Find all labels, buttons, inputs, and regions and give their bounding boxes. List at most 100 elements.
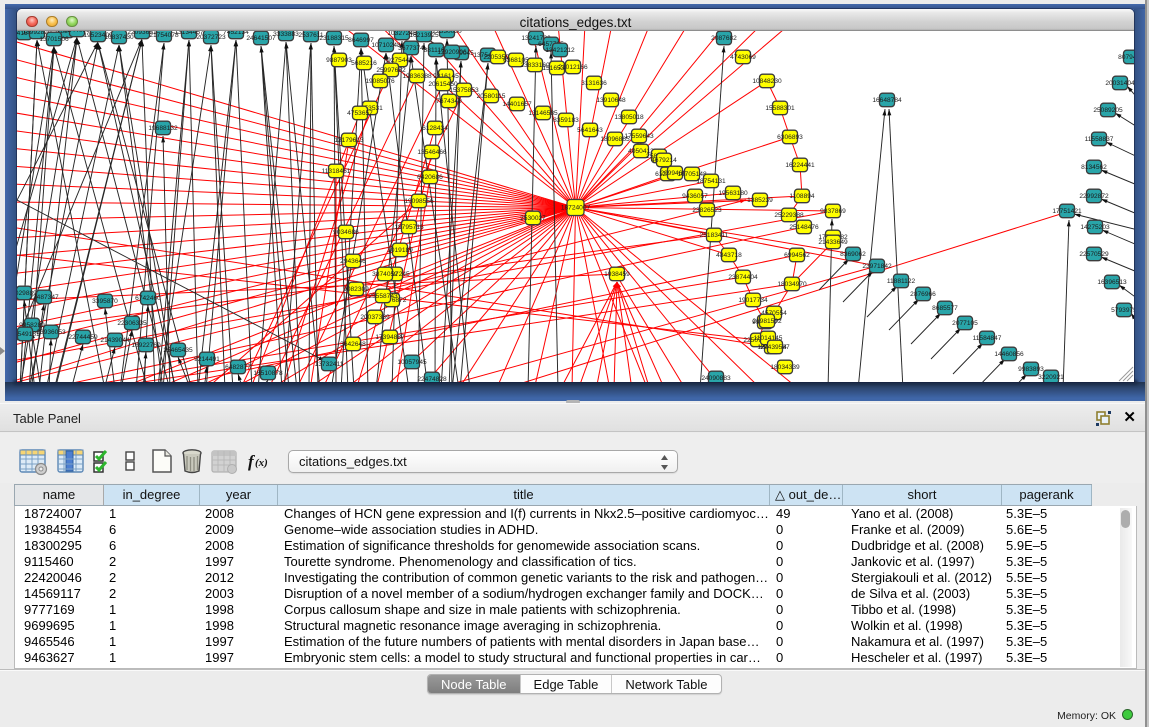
svg-text:11584847: 11584847 xyxy=(973,335,1002,342)
svg-text:22744459: 22744459 xyxy=(68,334,98,341)
svg-text:21433649: 21433649 xyxy=(818,239,848,246)
svg-text:17394887: 17394887 xyxy=(375,334,405,341)
svg-text:6994562: 6994562 xyxy=(784,252,810,259)
svg-text:4679214: 4679214 xyxy=(651,157,677,164)
svg-text:9837869: 9837869 xyxy=(820,208,846,215)
svg-text:3395870: 3395870 xyxy=(92,298,118,305)
svg-text:22306335: 22306335 xyxy=(117,320,147,327)
svg-text:9887903: 9887903 xyxy=(326,57,352,64)
svg-text:18034970: 18034970 xyxy=(777,281,807,288)
svg-text:6306893: 6306893 xyxy=(777,134,803,141)
svg-text:23188315: 23188315 xyxy=(319,35,349,42)
svg-text:24641507: 24641507 xyxy=(246,35,276,42)
svg-text:19098556: 19098556 xyxy=(404,198,434,205)
svg-text:8646997: 8646997 xyxy=(348,37,374,44)
svg-text:6420686: 6420686 xyxy=(417,174,443,181)
svg-text:11318461: 11318461 xyxy=(322,168,351,175)
svg-text:13910648: 13910648 xyxy=(596,97,626,104)
svg-text:19017734: 19017734 xyxy=(738,297,768,304)
svg-text:3220921: 3220921 xyxy=(1038,374,1064,381)
svg-text:19688132: 19688132 xyxy=(148,125,178,132)
svg-text:14275203: 14275203 xyxy=(1080,224,1110,231)
svg-text:4743069: 4743069 xyxy=(730,54,756,61)
svg-text:11881122: 11881122 xyxy=(887,278,916,285)
svg-text:15588301: 15588301 xyxy=(765,105,795,112)
svg-text:3677374: 3677374 xyxy=(398,45,424,52)
svg-text:6128434: 6128434 xyxy=(422,125,448,132)
svg-text:9082309: 9082309 xyxy=(343,286,369,293)
svg-text:16510878: 16510878 xyxy=(253,370,283,377)
svg-text:21012166: 21012166 xyxy=(558,64,588,71)
svg-text:13546466: 13546466 xyxy=(417,149,447,156)
svg-text:21981592: 21981592 xyxy=(752,318,782,325)
svg-text:9983893: 9983893 xyxy=(1018,366,1044,373)
svg-text:3642648: 3642648 xyxy=(340,341,366,348)
svg-text:25183411: 25183411 xyxy=(700,232,729,239)
svg-text:21439044: 21439044 xyxy=(100,337,130,344)
svg-text:18922760: 18922760 xyxy=(131,342,161,349)
svg-text:9214491: 9214491 xyxy=(194,356,220,363)
svg-text:5793975: 5793975 xyxy=(1111,307,1134,314)
svg-text:13805018: 13805018 xyxy=(614,114,644,121)
svg-text:2087682: 2087682 xyxy=(711,35,737,42)
svg-text:7452134: 7452134 xyxy=(223,31,249,36)
svg-text:2530027: 2530027 xyxy=(520,215,546,222)
svg-text:3874052: 3874052 xyxy=(372,271,398,278)
svg-text:7674349: 7674349 xyxy=(436,98,462,105)
svg-text:20580115: 20580115 xyxy=(477,93,506,100)
svg-text:18034339: 18034339 xyxy=(770,364,800,371)
svg-text:22570529: 22570529 xyxy=(1079,251,1109,258)
svg-text:19563180: 19563180 xyxy=(718,190,748,197)
svg-text:2876966: 2876966 xyxy=(910,291,936,298)
svg-text:13421212: 13421212 xyxy=(545,47,575,54)
svg-text:3131636: 3131636 xyxy=(581,80,607,87)
svg-text:23487347: 23487347 xyxy=(29,294,59,301)
svg-text:20031404: 20031404 xyxy=(1105,80,1134,87)
svg-text:8079409: 8079409 xyxy=(1118,54,1134,61)
svg-text:10057945: 10057945 xyxy=(397,359,427,366)
svg-text:1108894: 1108894 xyxy=(789,193,815,200)
svg-text:12920906: 12920906 xyxy=(437,49,467,56)
svg-text:4753657: 4753657 xyxy=(347,110,373,117)
svg-text:11558837: 11558837 xyxy=(1085,136,1114,143)
svg-text:8134562: 8134562 xyxy=(1081,164,1107,171)
svg-text:1938459: 1938459 xyxy=(604,271,630,278)
svg-text:2077105: 2077105 xyxy=(952,320,978,327)
svg-text:16705148: 16705148 xyxy=(677,171,707,178)
svg-text:9436057: 9436057 xyxy=(682,193,708,200)
svg-text:14401657: 14401657 xyxy=(502,101,532,108)
svg-text:13701506: 13701506 xyxy=(39,36,69,43)
svg-text:25465435: 25465435 xyxy=(163,347,193,354)
svg-text:13146585: 13146585 xyxy=(528,110,558,117)
svg-text:2943646: 2943646 xyxy=(340,258,366,265)
svg-text:6482877: 6482877 xyxy=(225,364,251,371)
svg-text:17559643: 17559643 xyxy=(624,133,654,140)
svg-text:23936053: 23936053 xyxy=(36,329,66,336)
svg-text:22439587: 22439587 xyxy=(760,344,790,351)
svg-text:6742460: 6742460 xyxy=(135,295,161,302)
svg-text:4843718: 4843718 xyxy=(716,252,742,259)
svg-text:25229388: 25229388 xyxy=(774,212,804,219)
svg-text:23971842: 23971842 xyxy=(862,263,892,270)
svg-text:5641643: 5641643 xyxy=(577,127,603,134)
svg-text:19085076: 19085076 xyxy=(365,78,395,85)
svg-text:3333883: 3333883 xyxy=(273,31,299,38)
svg-text:20037339: 20037339 xyxy=(360,314,390,321)
svg-text:16396513: 16396513 xyxy=(1097,279,1127,286)
svg-text:8685577: 8685577 xyxy=(932,305,958,312)
svg-text:24090883: 24090883 xyxy=(701,375,731,382)
svg-text:9034686: 9034686 xyxy=(333,229,359,236)
svg-text:14460856: 14460856 xyxy=(994,351,1024,358)
svg-text:13179613: 13179613 xyxy=(334,137,364,144)
svg-text:5685216: 5685216 xyxy=(351,60,377,67)
svg-text:16648784: 16648784 xyxy=(872,97,902,104)
svg-text:13732411: 13732411 xyxy=(315,361,344,368)
svg-text:20372723: 20372723 xyxy=(196,34,226,41)
svg-text:8359183: 8359183 xyxy=(553,117,579,124)
svg-text:1019189: 1019189 xyxy=(387,247,413,254)
svg-text:17751421: 17751421 xyxy=(1052,208,1082,215)
svg-text:8369062: 8369062 xyxy=(840,251,866,258)
svg-text:25148476: 25148476 xyxy=(789,224,819,231)
svg-text:18754131: 18754131 xyxy=(696,178,726,185)
svg-text:25089205: 25089205 xyxy=(1093,107,1123,114)
